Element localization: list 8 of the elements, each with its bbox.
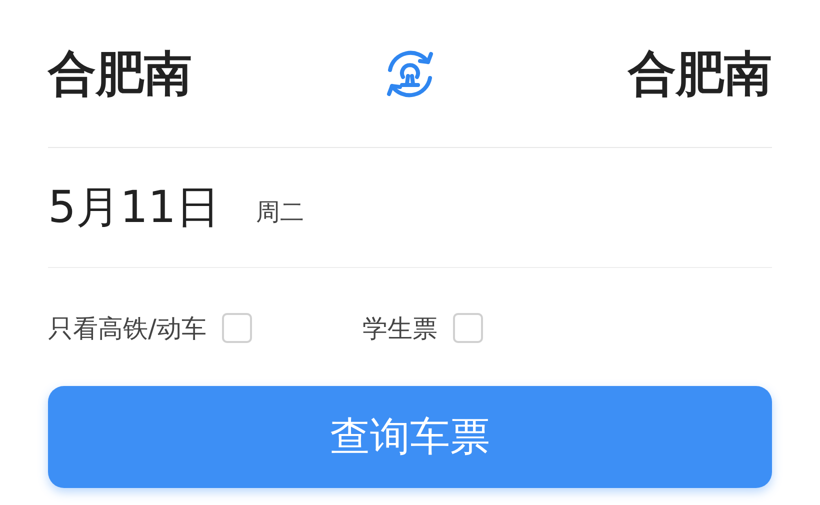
checkbox[interactable]	[453, 313, 484, 343]
option-label: 只看高铁/动车	[48, 316, 206, 340]
weekday: 周二	[256, 200, 304, 224]
arrival-station[interactable]: 合肥南	[628, 50, 772, 98]
travel-date[interactable]: 5月11日	[48, 186, 220, 230]
departure-station[interactable]: 合肥南	[48, 50, 192, 98]
checkbox[interactable]	[222, 313, 252, 343]
option-label: 学生票	[362, 316, 438, 340]
